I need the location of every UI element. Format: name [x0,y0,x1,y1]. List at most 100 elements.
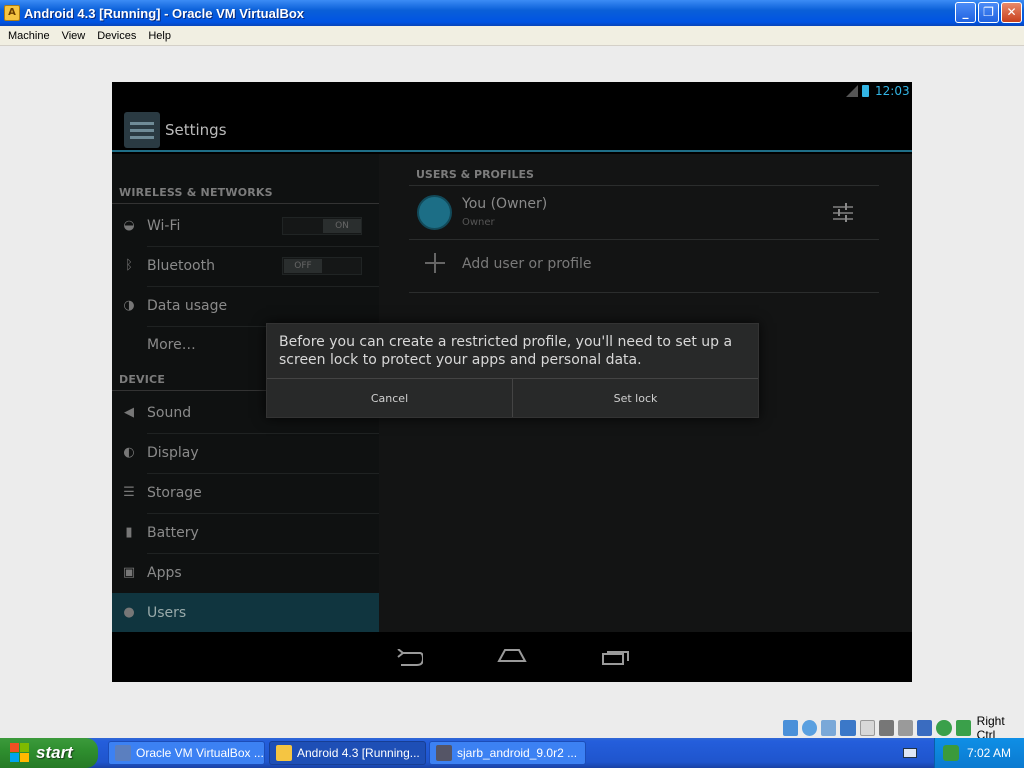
shared-folder-icon[interactable] [859,720,875,736]
windows-flag-icon [10,743,30,763]
bluetooth-toggle[interactable]: OFF [282,257,362,275]
start-button[interactable]: start [0,738,98,768]
menu-bar: Machine View Devices Help [0,26,1024,46]
restricted-profile-dialog: Before you can create a restricted profi… [266,323,759,418]
sidebar-item-storage[interactable]: ☰ Storage [112,473,379,513]
wifi-toggle-knob: ON [323,219,361,233]
wireless-networks-header: WIRELESS & NETWORKS [119,186,273,199]
row-divider [409,292,879,293]
bluetooth-icon: ᛒ [125,258,133,273]
sidebar-item-apps[interactable]: ▣ Apps [112,553,379,593]
display-icon[interactable] [878,720,895,736]
window-title: Android 4.3 [Running] - Oracle VM Virtua… [24,5,305,21]
window-controls: _ ❐ ✕ [955,2,1022,23]
action-bar: Settings [112,102,912,152]
video-capture-icon[interactable] [898,720,914,736]
android-vm-icon [276,745,292,761]
sidebar-item-data-usage[interactable]: ◑ Data usage [112,286,379,326]
task-virtualbox-manager[interactable]: Oracle VM VirtualBox ... [108,741,265,765]
dialog-button-bar: Cancel Set lock [267,378,758,417]
row-divider [409,239,879,240]
virtualbox-icon [115,745,131,761]
speaker-icon: ◀ [124,405,134,420]
maximize-button[interactable]: ❐ [978,2,999,23]
sidebar-item-battery[interactable]: ▮ Battery [112,513,379,553]
action-bar-title: Settings [165,121,227,139]
task-label: Android 4.3 [Running... [297,746,420,760]
task-label: sjarb_android_9.0r2 ... [457,746,578,760]
optical-drive-icon[interactable] [802,720,818,736]
wifi-toggle[interactable]: ON [282,217,362,235]
data-usage-icon: ◑ [123,298,135,313]
keyboard-icon[interactable] [903,748,917,758]
set-lock-button[interactable]: Set lock [512,379,758,417]
signal-icon [846,85,858,97]
menu-view[interactable]: View [56,30,92,42]
taskbar: start Oracle VM VirtualBox ... Android 4… [0,738,1024,768]
virtualbox-window-icon[interactable]: A [4,5,20,21]
download-icon [436,745,452,761]
mouse-integration-icon[interactable] [936,720,952,736]
sidebar-item-bluetooth[interactable]: ᛒ Bluetooth OFF [112,246,379,286]
menu-machine[interactable]: Machine [2,30,56,42]
device-header: DEVICE [119,373,166,386]
cancel-button[interactable]: Cancel [267,379,512,417]
host-key-icon[interactable] [955,720,971,736]
vbox-status-bar: Right Ctrl [783,714,1024,742]
sidebar-item-label: Battery [147,525,199,541]
sidebar-item-label: Sound [147,405,192,421]
sidebar-item-label: Storage [147,485,202,501]
owner-subtitle: Owner [462,217,495,228]
battery-icon [862,85,869,97]
menu-devices[interactable]: Devices [91,30,142,42]
task-sjarb-android[interactable]: sjarb_android_9.0r2 ... [429,741,586,765]
sidebar-item-label: Apps [147,565,182,581]
tray-clock[interactable]: 7:02 AM [967,746,1011,760]
sidebar-item-label: Data usage [147,298,228,314]
task-android-vm[interactable]: Android 4.3 [Running... [269,741,426,765]
category-divider [112,203,379,204]
sidebar-item-users[interactable]: ● Users [112,593,379,633]
add-user-label: Add user or profile [462,256,592,272]
status-clock: 12:03 [875,84,910,98]
sidebar-item-wifi[interactable]: ◒ Wi-Fi ON [112,206,379,246]
back-icon[interactable] [395,649,423,667]
hard-disk-icon[interactable] [783,720,799,736]
start-label: start [36,743,73,762]
apps-icon: ▣ [122,565,136,580]
window-title-bar[interactable]: A Android 4.3 [Running] - Oracle VM Virt… [0,0,1024,26]
android-status-bar: 12:03 [112,82,912,102]
storage-icon: ☰ [123,485,135,500]
sidebar-item-label: Users [147,605,187,621]
sidebar-item-display[interactable]: ◐ Display [112,433,379,473]
usb-icon[interactable] [917,720,933,736]
recent-apps-icon[interactable] [602,649,630,665]
system-tray: 7:02 AM [934,738,1024,768]
minimize-button[interactable]: _ [955,2,976,23]
android-nav-bar [112,632,912,682]
pencil-icon[interactable] [821,720,837,736]
dialog-message: Before you can create a restricted profi… [279,334,733,368]
sidebar-item-label: More… [147,337,196,353]
sidebar-item-label: Bluetooth [147,258,215,274]
close-button[interactable]: ✕ [1001,2,1022,23]
users-icon: ● [123,605,135,620]
task-label: Oracle VM VirtualBox ... [136,746,264,760]
brightness-icon: ◐ [123,445,135,460]
plus-icon [425,253,445,273]
network-tray-icon[interactable] [943,745,959,761]
android-screen[interactable]: 12:03 Settings WIRELESS & NETWORKS ◒ Wi-… [112,82,912,682]
battery-settings-icon: ▮ [125,525,133,540]
network-icon[interactable] [840,720,856,736]
settings-sliders-icon[interactable] [833,203,853,223]
wifi-icon: ◒ [123,218,135,233]
bluetooth-toggle-knob: OFF [284,259,322,273]
menu-help[interactable]: Help [142,30,177,42]
sidebar-item-label: Wi-Fi [147,218,181,234]
sidebar-item-label: Display [147,445,199,461]
owner-name: You (Owner) [462,196,548,212]
owner-avatar [417,195,452,230]
settings-app-icon[interactable] [124,112,160,148]
section-divider [409,185,879,186]
home-icon[interactable] [497,647,527,663]
